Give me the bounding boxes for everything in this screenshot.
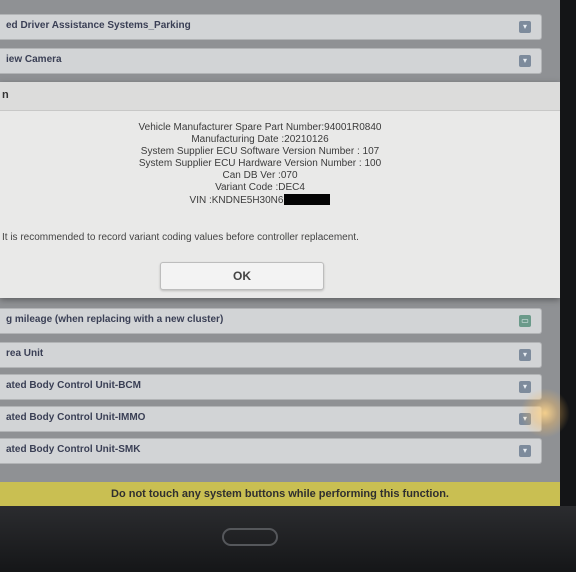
- expand-icon[interactable]: ▾: [519, 445, 531, 457]
- info-line: Vehicle Manufacturer Spare Part Number:9…: [138, 122, 382, 133]
- dialog-title: n: [2, 89, 9, 101]
- list-item-label: iew Camera: [6, 54, 62, 65]
- redaction-bar: [284, 194, 331, 205]
- expand-icon[interactable]: ▾: [519, 381, 531, 393]
- list-item[interactable]: iew Camera ▾: [0, 48, 542, 74]
- info-line: System Supplier ECU Hardware Version Num…: [138, 158, 382, 169]
- list-item-label: g mileage (when replacing with a new clu…: [6, 314, 224, 325]
- expand-icon[interactable]: ▾: [519, 55, 531, 67]
- expand-icon[interactable]: ▾: [519, 21, 531, 33]
- screen-icon[interactable]: ▭: [519, 315, 531, 327]
- list-item-label: ed Driver Assistance Systems_Parking: [6, 20, 191, 31]
- info-line: Variant Code :DEC4: [215, 182, 305, 193]
- tablet-bezel: [0, 506, 576, 572]
- ecu-info-lines: Vehicle Manufacturer Spare Part Number:9…: [60, 122, 460, 207]
- list-item[interactable]: ated Body Control Unit-IMMO ▾: [0, 406, 542, 432]
- expand-icon[interactable]: ▾: [519, 349, 531, 361]
- recommendation-note: It is recommended to record variant codi…: [2, 232, 359, 243]
- list-item-label: ated Body Control Unit-BCM: [6, 380, 141, 391]
- info-line: Manufacturing Date :20210126: [191, 134, 329, 145]
- list-item-label: rea Unit: [6, 348, 44, 359]
- list-item[interactable]: g mileage (when replacing with a new clu…: [0, 308, 542, 334]
- warning-text: Do not touch any system buttons while pe…: [111, 488, 449, 500]
- info-line: System Supplier ECU Software Version Num…: [140, 146, 380, 157]
- list-item[interactable]: ated Body Control Unit-SMK ▾: [0, 438, 542, 464]
- list-item[interactable]: rea Unit ▾: [0, 342, 542, 368]
- list-item-label: ated Body Control Unit-SMK: [6, 444, 141, 455]
- vin-line: VIN :KNDNE5H30N6: [60, 194, 460, 207]
- home-button[interactable]: [222, 528, 278, 546]
- ecu-info-dialog: n Vehicle Manufacturer Spare Part Number…: [0, 82, 560, 298]
- ok-button[interactable]: OK: [160, 262, 324, 290]
- light-glare: [520, 388, 570, 438]
- list-item-label: ated Body Control Unit-IMMO: [6, 412, 146, 423]
- list-item[interactable]: ed Driver Assistance Systems_Parking ▾: [0, 14, 542, 40]
- info-line: Can DB Ver :070: [222, 170, 298, 181]
- dialog-header: n: [0, 82, 560, 111]
- list-item[interactable]: ated Body Control Unit-BCM ▾: [0, 374, 542, 400]
- tablet-screen: ed Driver Assistance Systems_Parking ▾ i…: [0, 0, 560, 506]
- vin-text: VIN :KNDNE5H30N6: [189, 195, 284, 206]
- warning-banner: Do not touch any system buttons while pe…: [0, 482, 560, 506]
